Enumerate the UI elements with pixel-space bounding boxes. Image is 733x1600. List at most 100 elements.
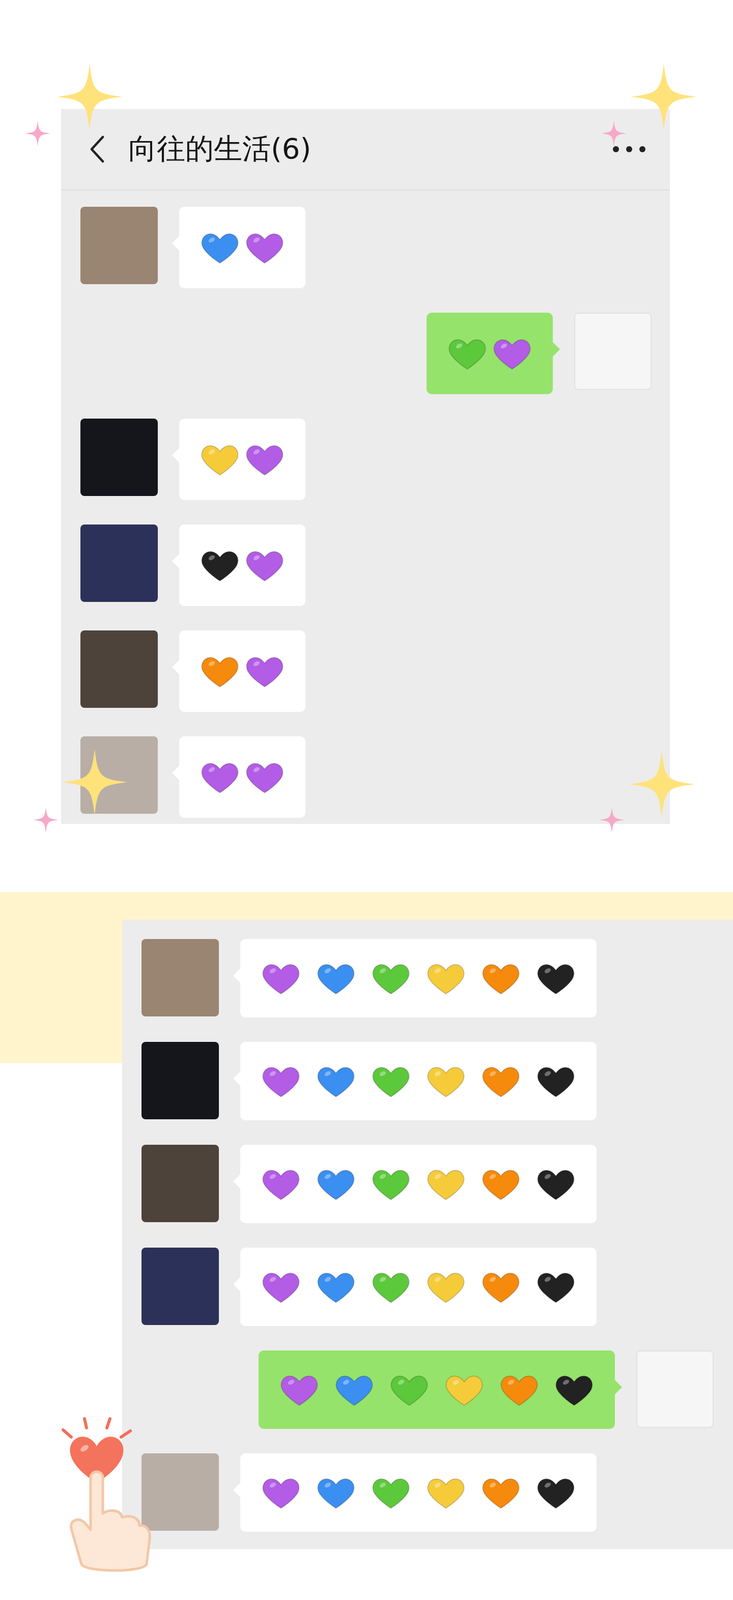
heart-icon — [199, 227, 241, 268]
message-bubble[interactable] — [179, 206, 306, 289]
more-button[interactable] — [610, 144, 648, 155]
message-bubble[interactable] — [179, 418, 306, 500]
avatar[interactable] — [141, 1452, 219, 1531]
avatar[interactable] — [80, 418, 158, 496]
message-row — [80, 418, 652, 500]
heart-icon — [425, 1163, 467, 1204]
heart-icon — [425, 1060, 467, 1102]
chat-panel: 向往的生活(6) — [61, 108, 670, 824]
heart-icon — [315, 1265, 357, 1307]
message-row — [141, 1041, 714, 1120]
more-icon[interactable] — [610, 144, 648, 155]
avatar[interactable] — [80, 630, 158, 708]
sparkle-icon — [628, 750, 695, 817]
heart-icon — [260, 1060, 302, 1102]
heart-icon — [446, 332, 488, 374]
message-row — [141, 1349, 714, 1429]
message-bubble[interactable] — [179, 630, 306, 712]
avatar[interactable] — [80, 524, 158, 602]
heart-icon — [244, 650, 286, 692]
message-row — [80, 736, 652, 818]
message-bubble[interactable] — [426, 312, 553, 394]
hand-heart-icon — [55, 1416, 153, 1574]
heart-icon — [535, 1060, 577, 1102]
message-bubble[interactable] — [179, 736, 306, 818]
heart-icon — [199, 756, 241, 798]
heart-icon — [260, 957, 302, 999]
heart-icon — [535, 957, 577, 999]
message-bubble[interactable] — [240, 1452, 597, 1532]
heart-icon — [244, 227, 286, 268]
avatar[interactable] — [574, 312, 652, 390]
heart-icon — [315, 1060, 357, 1102]
heart-icon — [199, 438, 241, 480]
heart-icon — [260, 1471, 302, 1513]
heart-icon — [315, 1471, 357, 1513]
heart-icon — [244, 438, 286, 480]
sparkle-icon — [601, 120, 627, 147]
sparkle-icon — [630, 63, 697, 130]
message-row — [141, 1452, 714, 1532]
avatar[interactable] — [80, 736, 158, 814]
message-list — [122, 919, 733, 1543]
sparkle-icon — [61, 748, 128, 815]
sparkle-icon — [24, 120, 51, 147]
message-bubble[interactable] — [240, 1144, 597, 1223]
message-row — [141, 1247, 714, 1326]
heart-icon — [535, 1163, 577, 1204]
heart-icon — [370, 1163, 412, 1204]
heart-icon — [443, 1368, 485, 1410]
avatar[interactable] — [141, 1041, 219, 1119]
chat-title: 向往的生活(6) — [128, 129, 312, 169]
page: 向往的生活(6) — [0, 0, 733, 1600]
message-row — [141, 1144, 714, 1223]
avatar[interactable] — [636, 1349, 714, 1428]
heart-icon — [480, 1163, 522, 1204]
heart-icon — [370, 1471, 412, 1513]
message-row — [80, 312, 652, 394]
bottom-chat-section — [0, 891, 733, 1600]
heart-icon — [199, 544, 241, 586]
sparkle-icon — [56, 63, 123, 130]
heart-icon — [260, 1163, 302, 1204]
heart-icon — [315, 957, 357, 999]
avatar[interactable] — [141, 1247, 219, 1325]
heart-icon — [244, 756, 286, 798]
message-bubble[interactable] — [240, 1247, 597, 1326]
heart-icon — [535, 1471, 577, 1513]
top-chat-section: 向往的生活(6) — [0, 0, 733, 824]
heart-icon — [425, 957, 467, 999]
heart-icon — [480, 1060, 522, 1102]
heart-icon — [480, 1471, 522, 1513]
avatar[interactable] — [141, 938, 219, 1017]
message-row — [80, 630, 652, 712]
heart-icon — [199, 650, 241, 692]
heart-icon — [370, 1265, 412, 1307]
heart-icon — [244, 544, 286, 586]
avatar[interactable] — [80, 206, 158, 285]
heart-icon — [278, 1368, 320, 1410]
message-row — [80, 524, 652, 606]
back-icon[interactable] — [87, 133, 108, 165]
heart-icon — [480, 957, 522, 999]
heart-icon — [498, 1368, 540, 1410]
message-bubble[interactable] — [240, 1041, 597, 1120]
chat-header: 向往的生活(6) — [61, 108, 670, 191]
message-row — [141, 938, 714, 1018]
message-row — [80, 206, 652, 289]
heart-icon — [315, 1163, 357, 1204]
message-list — [61, 190, 670, 818]
message-bubble[interactable] — [179, 524, 306, 606]
heart-icon — [333, 1368, 375, 1410]
sparkle-icon — [599, 806, 625, 833]
message-bubble[interactable] — [258, 1349, 615, 1429]
message-bubble[interactable] — [240, 938, 597, 1018]
heart-icon — [425, 1265, 467, 1307]
heart-icon — [535, 1265, 577, 1307]
heart-icon — [370, 957, 412, 999]
heart-icon — [553, 1368, 595, 1410]
chat-panel — [122, 919, 733, 1549]
heart-icon — [425, 1471, 467, 1513]
heart-icon — [388, 1368, 430, 1410]
avatar[interactable] — [141, 1144, 219, 1222]
